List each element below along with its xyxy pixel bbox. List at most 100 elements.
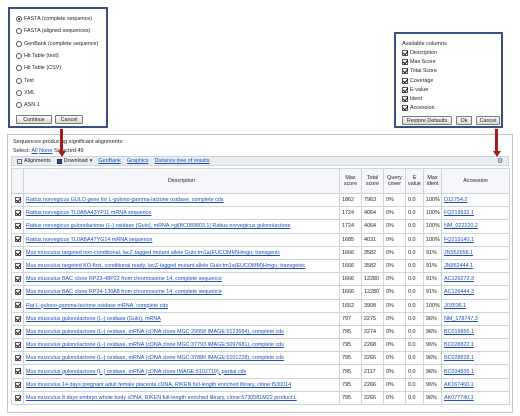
row-select-checkbox[interactable]: [11, 272, 24, 287]
header-max-score[interactable]: Max score: [339, 168, 362, 194]
radio-button[interactable]: [16, 102, 22, 109]
column-option[interactable]: Ident: [402, 96, 422, 102]
format-cancel-button[interactable]: Cancel: [55, 115, 83, 124]
description-link[interactable]: Mus musculus gulonolactone (L-) oxidase,…: [26, 355, 284, 361]
row-select-checkbox[interactable]: [11, 377, 24, 392]
accession-link[interactable]: AC126444.3: [444, 289, 474, 295]
header-e-value[interactable]: E value: [405, 168, 424, 194]
row-select-checkbox[interactable]: [11, 206, 24, 221]
description-link[interactable]: Rattus norvegicus TL0ABA43YP11 mRNA sequ…: [26, 210, 151, 216]
checkbox[interactable]: [14, 355, 21, 362]
row-select-checkbox[interactable]: [11, 258, 24, 274]
header-total-score[interactable]: Total score: [361, 168, 384, 194]
checkbox[interactable]: [14, 341, 21, 348]
row-select-checkbox[interactable]: [11, 245, 24, 260]
description-link[interactable]: Mus musculus gulonolactone (L-) oxidase,…: [26, 329, 284, 335]
radio-button[interactable]: [16, 89, 22, 96]
checkbox[interactable]: [14, 223, 21, 230]
header-query-cover[interactable]: Query cover: [383, 168, 406, 194]
format-option[interactable]: ASN.1: [16, 102, 40, 109]
accession-link[interactable]: FQ219632.1: [444, 210, 474, 216]
alignments-button[interactable]: Alignments: [17, 158, 51, 164]
format-option[interactable]: FASTA (aligned sequences): [16, 28, 90, 35]
graphics-link[interactable]: Graphics: [127, 158, 149, 164]
row-select-checkbox[interactable]: [11, 338, 24, 353]
checkbox[interactable]: [402, 50, 408, 56]
gear-icon[interactable]: ⚙: [497, 158, 504, 165]
column-option[interactable]: Total Score: [402, 68, 437, 75]
select-all-link[interactable]: All: [31, 148, 37, 154]
checkbox[interactable]: [14, 210, 21, 217]
checkbox[interactable]: [14, 289, 21, 296]
radio-button[interactable]: [16, 52, 22, 59]
format-option[interactable]: XML: [16, 89, 35, 96]
row-select-checkbox[interactable]: [11, 192, 24, 208]
accession-link[interactable]: BC019856.1: [444, 329, 474, 335]
format-option[interactable]: GenBank (complete sequence): [16, 40, 98, 47]
accession-link[interactable]: JN952658.1: [444, 250, 473, 256]
checkbox[interactable]: [14, 302, 21, 309]
column-option[interactable]: Description: [402, 50, 437, 56]
checkbox[interactable]: [14, 381, 21, 388]
description-link[interactable]: Mus musculus gulonolactone (L-) oxidase …: [26, 316, 161, 322]
checkbox[interactable]: [402, 105, 408, 112]
checkbox[interactable]: [402, 59, 408, 66]
checkbox[interactable]: [402, 86, 408, 93]
header-accession[interactable]: Accession: [441, 168, 510, 194]
checkbox[interactable]: [14, 315, 21, 322]
column-option[interactable]: Max Score: [402, 59, 436, 66]
header-max-ident[interactable]: Max ident: [423, 168, 442, 194]
row-select-checkbox[interactable]: [11, 232, 24, 247]
radio-button[interactable]: [16, 28, 22, 35]
column-option[interactable]: Coverage: [402, 77, 433, 84]
description-link[interactable]: Mus musculus 14 days pregnant adult fema…: [26, 382, 291, 388]
checkbox[interactable]: [14, 262, 21, 269]
description-link[interactable]: Mus musculus BAC clone RP23-48P22 from c…: [26, 276, 222, 282]
format-option[interactable]: Hit Table (text): [16, 52, 59, 59]
description-link[interactable]: Mus musculus BAC clone RP24-136A8 from c…: [26, 289, 222, 295]
accession-link[interactable]: AK167460.1: [444, 382, 474, 388]
accession-link[interactable]: AK077740.1: [444, 395, 474, 401]
accession-link[interactable]: J03536.1: [444, 303, 466, 309]
checkbox[interactable]: [14, 249, 21, 256]
description-link[interactable]: Mus musculus targeted KO-first, conditio…: [26, 263, 305, 269]
header-description[interactable]: Description: [23, 168, 340, 194]
checkbox[interactable]: [402, 68, 408, 75]
accession-link[interactable]: BC028828.1: [444, 355, 474, 361]
distance-tree-link[interactable]: Distance tree of results: [154, 158, 209, 164]
radio-button[interactable]: [16, 16, 22, 22]
continue-button[interactable]: Continue: [16, 115, 52, 124]
row-select-checkbox[interactable]: [11, 324, 24, 340]
download-button[interactable]: Download ▾: [56, 158, 92, 164]
checkbox[interactable]: [14, 368, 21, 375]
row-select-checkbox[interactable]: [11, 285, 24, 300]
checkbox[interactable]: [14, 394, 21, 401]
ok-button[interactable]: Ok: [456, 116, 472, 125]
radio-button[interactable]: [16, 40, 22, 47]
format-option[interactable]: Hit Table (CSV): [16, 65, 61, 72]
accession-link[interactable]: AC126272.3: [444, 276, 474, 282]
accession-link[interactable]: BC028822.1: [444, 342, 474, 348]
description-link[interactable]: Rattus norvegicus TL0ABA47YG14 mRNA sequ…: [26, 237, 152, 243]
checkbox[interactable]: [14, 236, 21, 243]
checkbox[interactable]: [402, 77, 408, 84]
format-option[interactable]: FASTA (complete sequence): [16, 16, 92, 22]
description-link[interactable]: Mus musculus targeted non-conditional, l…: [26, 250, 280, 256]
checkbox[interactable]: [14, 328, 21, 335]
genbank-link[interactable]: GenBank: [98, 158, 120, 164]
columns-cancel-button[interactable]: Cancel: [476, 116, 500, 125]
accession-link[interactable]: D12754.2: [444, 197, 467, 203]
radio-button[interactable]: [16, 65, 22, 72]
row-select-checkbox[interactable]: [11, 351, 24, 366]
checkbox[interactable]: [14, 276, 21, 282]
description-link[interactable]: Rat L-gulono-gamma-lactone oxidase mRNA,…: [26, 303, 168, 309]
row-select-checkbox[interactable]: [11, 219, 24, 234]
column-option[interactable]: E-value: [402, 86, 428, 93]
row-select-checkbox[interactable]: [11, 390, 24, 406]
description-link[interactable]: Mus musculus 8 days embryo whole body cD…: [26, 395, 297, 401]
accession-link[interactable]: NM_178747.3: [444, 316, 478, 322]
select-none-link[interactable]: None: [39, 148, 52, 154]
accession-link[interactable]: NM_022220.2: [444, 223, 478, 229]
accession-link[interactable]: BC034835.1: [444, 369, 474, 375]
radio-button[interactable]: [16, 77, 22, 84]
